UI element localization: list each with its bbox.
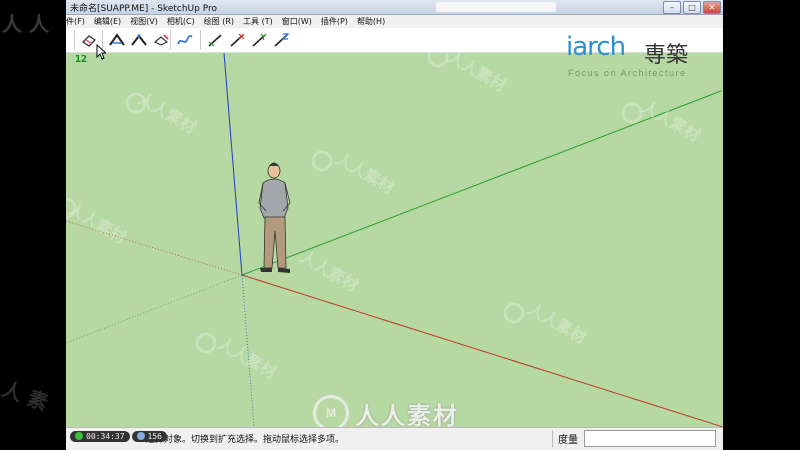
watermark-side-top: 人 人 (2, 12, 49, 36)
menu-file[interactable]: 文件(F) (66, 16, 85, 27)
close-button[interactable]: ✕ (703, 1, 721, 14)
scene-tab-label[interactable]: 12 (75, 54, 89, 66)
mouse-cursor-icon (96, 44, 106, 60)
sandbox-from-scratch-icon[interactable] (128, 30, 150, 50)
menu-help[interactable]: 帮助(H) (357, 16, 385, 27)
record-indicator-icon (75, 432, 83, 440)
menu-camera[interactable]: 相机(C) (167, 16, 195, 27)
recorder-overlay: 00:34:37 156 (70, 429, 167, 443)
left-letterbox: 人 人 人 素 (0, 0, 66, 450)
camera-icon (136, 432, 145, 440)
recorder-count: 156 (147, 431, 162, 441)
watermark-logo-icon: M (313, 395, 349, 431)
measurements-label: 度量 (558, 435, 578, 446)
status-separator (552, 430, 553, 447)
title-bar-blurred-area (436, 2, 556, 12)
menu-window[interactable]: 窗口(W) (282, 16, 312, 27)
menu-draw[interactable]: 绘图 (R) (204, 16, 234, 27)
toolbar-group-3 (170, 30, 196, 50)
recorder-counter[interactable]: 156 (131, 430, 167, 442)
blue-axis-positive (223, 52, 243, 276)
stamp-icon[interactable] (174, 30, 196, 50)
title-bar[interactable]: 未命名[SUAPP.ME] - SketchUp Pro – □ ✕ (66, 0, 723, 15)
green-axis-negative (66, 274, 243, 344)
right-letterbox (723, 0, 800, 450)
sandbox-from-contours-icon[interactable] (106, 30, 128, 50)
axis-y-icon[interactable] (248, 30, 270, 50)
watermark-banner: M 人人素材 (313, 395, 459, 431)
toolbar-group-2 (102, 30, 172, 50)
watermark-banner-text: 人人素材 (355, 401, 459, 430)
menu-tools[interactable]: 工具 (T) (243, 16, 273, 27)
recorder-time: 00:34:37 (86, 431, 125, 441)
window-title: 未命名[SUAPP.ME] - SketchUp Pro (70, 4, 217, 14)
menu-edit[interactable]: 编辑(E) (94, 16, 121, 27)
axis-x-icon[interactable] (226, 30, 248, 50)
drape-icon[interactable] (204, 30, 226, 50)
scale-figure-person[interactable] (258, 162, 291, 274)
watermark-side-bottom: 人 素 (0, 376, 52, 416)
sketchup-window: 未命名[SUAPP.ME] - SketchUp Pro – □ ✕ 文件(F)… (66, 0, 723, 450)
toolbar-group-4 (200, 30, 292, 50)
menu-view[interactable]: 视图(V) (130, 16, 158, 27)
menu-bar: 文件(F) 编辑(E) 视图(V) 相机(C) 绘图 (R) 工具 (T) 窗口… (66, 15, 723, 29)
menu-plugins[interactable]: 插件(P) (321, 16, 348, 27)
axis-z-icon[interactable] (270, 30, 292, 50)
maximize-button[interactable]: □ (683, 1, 701, 14)
recorder-timer[interactable]: 00:34:37 (70, 430, 130, 442)
smoove-icon[interactable] (150, 30, 172, 50)
measurements-input[interactable] (584, 430, 716, 447)
status-hint: 选择对象。切换到扩充选择。拖动鼠标选择多项。 (146, 435, 345, 445)
window-controls: – □ ✕ (663, 1, 721, 14)
minimize-button[interactable]: – (663, 1, 681, 14)
